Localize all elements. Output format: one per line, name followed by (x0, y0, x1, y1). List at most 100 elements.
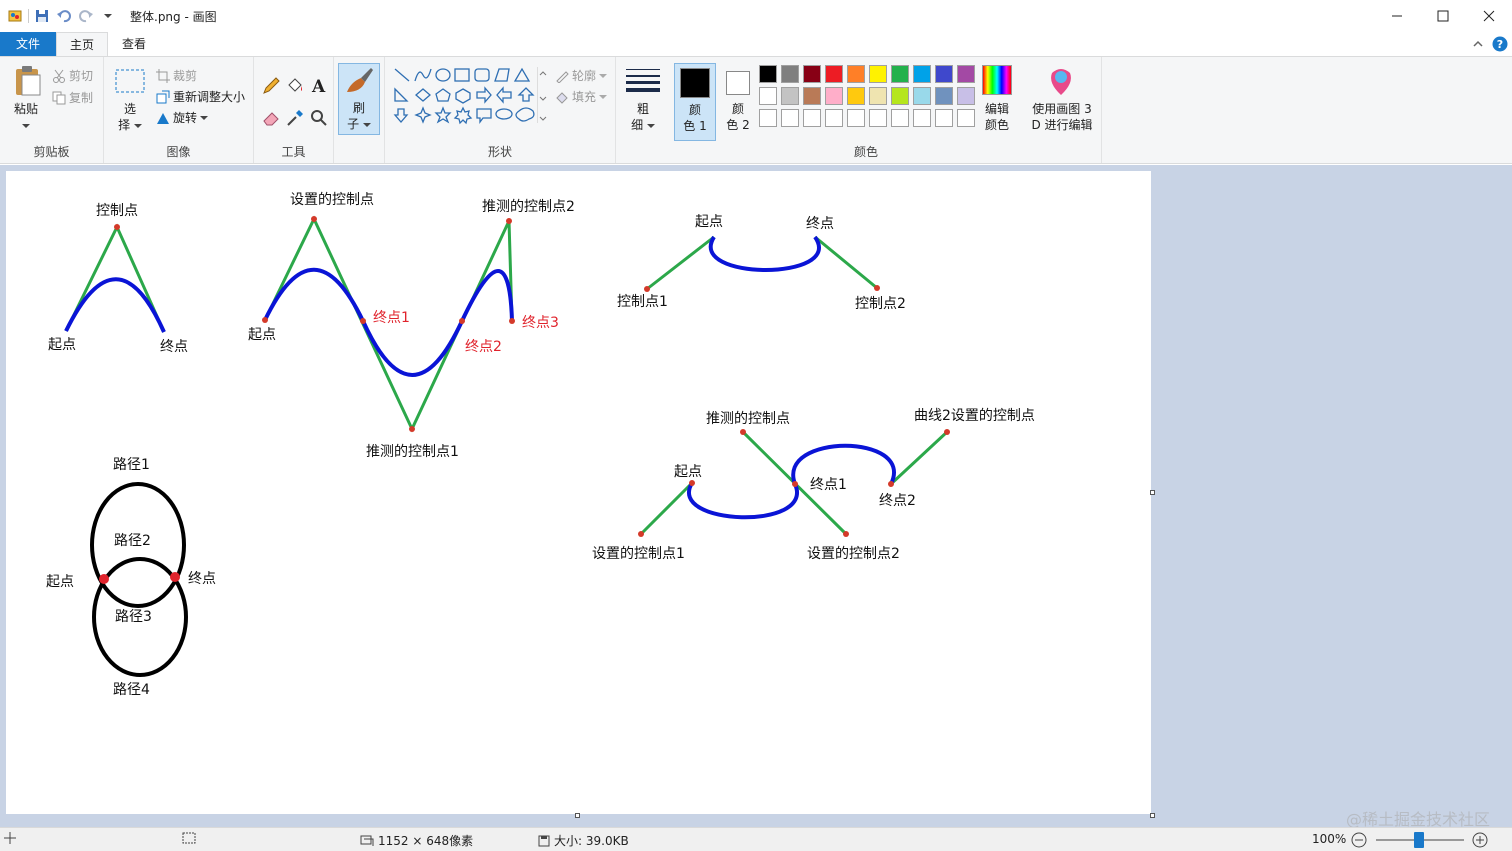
brushes-button[interactable]: 刷 子 (338, 63, 380, 135)
color-swatch[interactable] (847, 109, 865, 127)
collapse-ribbon-icon[interactable] (1472, 38, 1484, 52)
label-end: 终点 (806, 216, 834, 232)
paint3d-icon[interactable] (1046, 65, 1076, 100)
selection-size (182, 832, 196, 844)
minimize-button[interactable] (1374, 0, 1420, 32)
fill-bucket-icon[interactable] (286, 77, 304, 98)
color-swatch[interactable] (913, 87, 931, 105)
drawing-canvas[interactable]: 控制点 起点 终点 设置的控制点 推测的控制点2 起点 终点1 终点2 终点3 … (6, 171, 1151, 814)
color-swatch[interactable] (869, 87, 887, 105)
maximize-button[interactable] (1420, 0, 1466, 32)
edit-colors-label-2: 颜色 (984, 118, 1009, 132)
point-dot (874, 285, 880, 291)
crop-button[interactable]: 裁剪 (156, 67, 197, 84)
color-picker-icon[interactable] (286, 109, 304, 130)
paint3d-button[interactable]: 使用画图 3 D 进行编辑 (1026, 101, 1098, 133)
select-button[interactable]: 选 择 (110, 101, 150, 133)
cut-button[interactable]: 剪切 (52, 67, 93, 84)
disk-icon (538, 835, 550, 846)
color-swatch[interactable] (913, 65, 931, 83)
point-dot (638, 531, 644, 537)
color-swatch[interactable] (825, 65, 843, 83)
color-swatch[interactable] (803, 65, 821, 83)
canvas-workspace[interactable]: 控制点 起点 终点 设置的控制点 推测的控制点2 起点 终点1 终点2 终点3 … (0, 165, 1512, 827)
color1-button[interactable]: 颜 色 1 (674, 63, 716, 141)
chevron-down-icon (646, 124, 655, 128)
color-swatch[interactable] (847, 87, 865, 105)
color-swatch[interactable] (869, 109, 887, 127)
size-label-1: 粗 (636, 102, 649, 116)
size-button[interactable]: 粗 细 (620, 63, 666, 135)
cut-label: 剪切 (69, 69, 94, 83)
color-swatch[interactable] (781, 109, 799, 127)
color-swatch[interactable] (957, 87, 975, 105)
color-swatch[interactable] (957, 109, 975, 127)
help-icon[interactable]: ? (1492, 36, 1508, 55)
color-swatch[interactable] (759, 87, 777, 105)
tab-view[interactable]: 查看 (108, 32, 160, 56)
chevron-down-icon (362, 123, 371, 127)
tab-file[interactable]: 文件 (0, 32, 56, 56)
file-size-text: 大小: 39.0KB (554, 834, 629, 848)
text-tool-icon[interactable]: A (310, 77, 328, 98)
shapes-gallery[interactable] (393, 67, 553, 127)
label-path3: 路径3 (115, 609, 152, 625)
outline-button[interactable]: 轮廓 (555, 67, 608, 84)
edit-colors-icon[interactable] (982, 65, 1012, 95)
color2-button[interactable]: 颜 色 2 (718, 63, 758, 141)
eraser-icon[interactable] (262, 109, 280, 130)
fill-label: 填充 (572, 90, 597, 104)
color-swatch[interactable] (847, 65, 865, 83)
color-swatch[interactable] (825, 109, 843, 127)
resize-handle-right[interactable] (1150, 490, 1155, 495)
color-swatch[interactable] (891, 65, 909, 83)
shapes-scroll[interactable] (537, 67, 547, 123)
fill-button[interactable]: 填充 (555, 88, 608, 105)
color-swatch[interactable] (913, 109, 931, 127)
line-width-icon (626, 69, 660, 92)
paste-icon[interactable] (12, 65, 44, 100)
color-swatch[interactable] (803, 87, 821, 105)
paint-app-icon[interactable] (6, 7, 24, 25)
color-swatch[interactable] (935, 109, 953, 127)
resize-handle-corner[interactable] (1150, 813, 1155, 818)
resize-button[interactable]: 重新调整大小 (156, 88, 245, 105)
redo-icon[interactable] (77, 7, 95, 25)
paste-button[interactable]: 粘贴 (6, 101, 46, 133)
point-dot (459, 318, 465, 324)
undo-icon[interactable] (55, 7, 73, 25)
copy-button[interactable]: 复制 (52, 89, 93, 106)
color-swatch[interactable] (869, 65, 887, 83)
color-swatch[interactable] (803, 109, 821, 127)
rotate-button[interactable]: 旋转 (156, 109, 209, 126)
pencil-icon[interactable] (262, 77, 280, 98)
save-icon[interactable] (33, 7, 51, 25)
control-lines (646, 235, 878, 291)
color-swatch[interactable] (759, 109, 777, 127)
point-dot (311, 216, 317, 222)
close-button[interactable] (1466, 0, 1512, 32)
color-swatch[interactable] (957, 65, 975, 83)
zoom-text: 100% (1312, 832, 1347, 846)
tab-home[interactable]: 主页 (56, 32, 108, 56)
edit-colors-button[interactable]: 编辑 颜色 (978, 101, 1016, 133)
color-swatch[interactable] (781, 65, 799, 83)
color-swatch[interactable] (825, 87, 843, 105)
zoom-slider-thumb[interactable] (1414, 832, 1424, 848)
magnifier-icon[interactable] (310, 109, 328, 130)
color-swatch[interactable] (935, 87, 953, 105)
zoom-in-button[interactable] (1472, 832, 1488, 851)
color-swatch[interactable] (781, 87, 799, 105)
select-icon[interactable] (114, 67, 146, 98)
zoom-out-button[interactable] (1351, 832, 1367, 851)
color-swatch[interactable] (759, 65, 777, 83)
color1-swatch (680, 68, 710, 98)
quick-access-toolbar (6, 7, 117, 25)
color-swatch[interactable] (891, 109, 909, 127)
resize-handle-bottom[interactable] (575, 813, 580, 818)
color-swatch[interactable] (891, 87, 909, 105)
minimize-icon (1392, 15, 1402, 17)
customize-toolbar-chevron-icon[interactable] (99, 7, 117, 25)
label-path1: 路径1 (113, 457, 150, 473)
color-swatch[interactable] (935, 65, 953, 83)
